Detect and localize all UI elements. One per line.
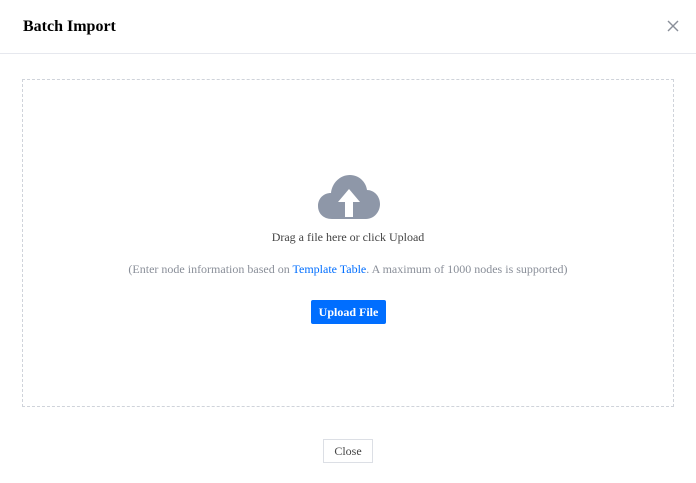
dialog-title: Batch Import — [23, 18, 116, 35]
template-table-link[interactable]: Template Table — [293, 262, 367, 276]
file-dropzone[interactable]: Drag a file here or click Upload (Enter … — [22, 79, 674, 407]
cloud-upload-icon — [318, 175, 380, 219]
close-icon[interactable] — [664, 17, 682, 35]
batch-import-dialog: Batch Import Drag a file here or click U… — [0, 0, 696, 483]
hint-suffix: . A maximum of 1000 nodes is supported) — [366, 262, 568, 276]
upload-hint: (Enter node information based on Templat… — [23, 261, 673, 277]
upload-file-button[interactable]: Upload File — [311, 300, 386, 324]
hint-prefix: (Enter node information based on — [128, 262, 293, 276]
drag-instruction: Drag a file here or click Upload — [271, 230, 425, 244]
dialog-header: Batch Import — [0, 0, 696, 54]
close-button[interactable]: Close — [323, 439, 373, 463]
